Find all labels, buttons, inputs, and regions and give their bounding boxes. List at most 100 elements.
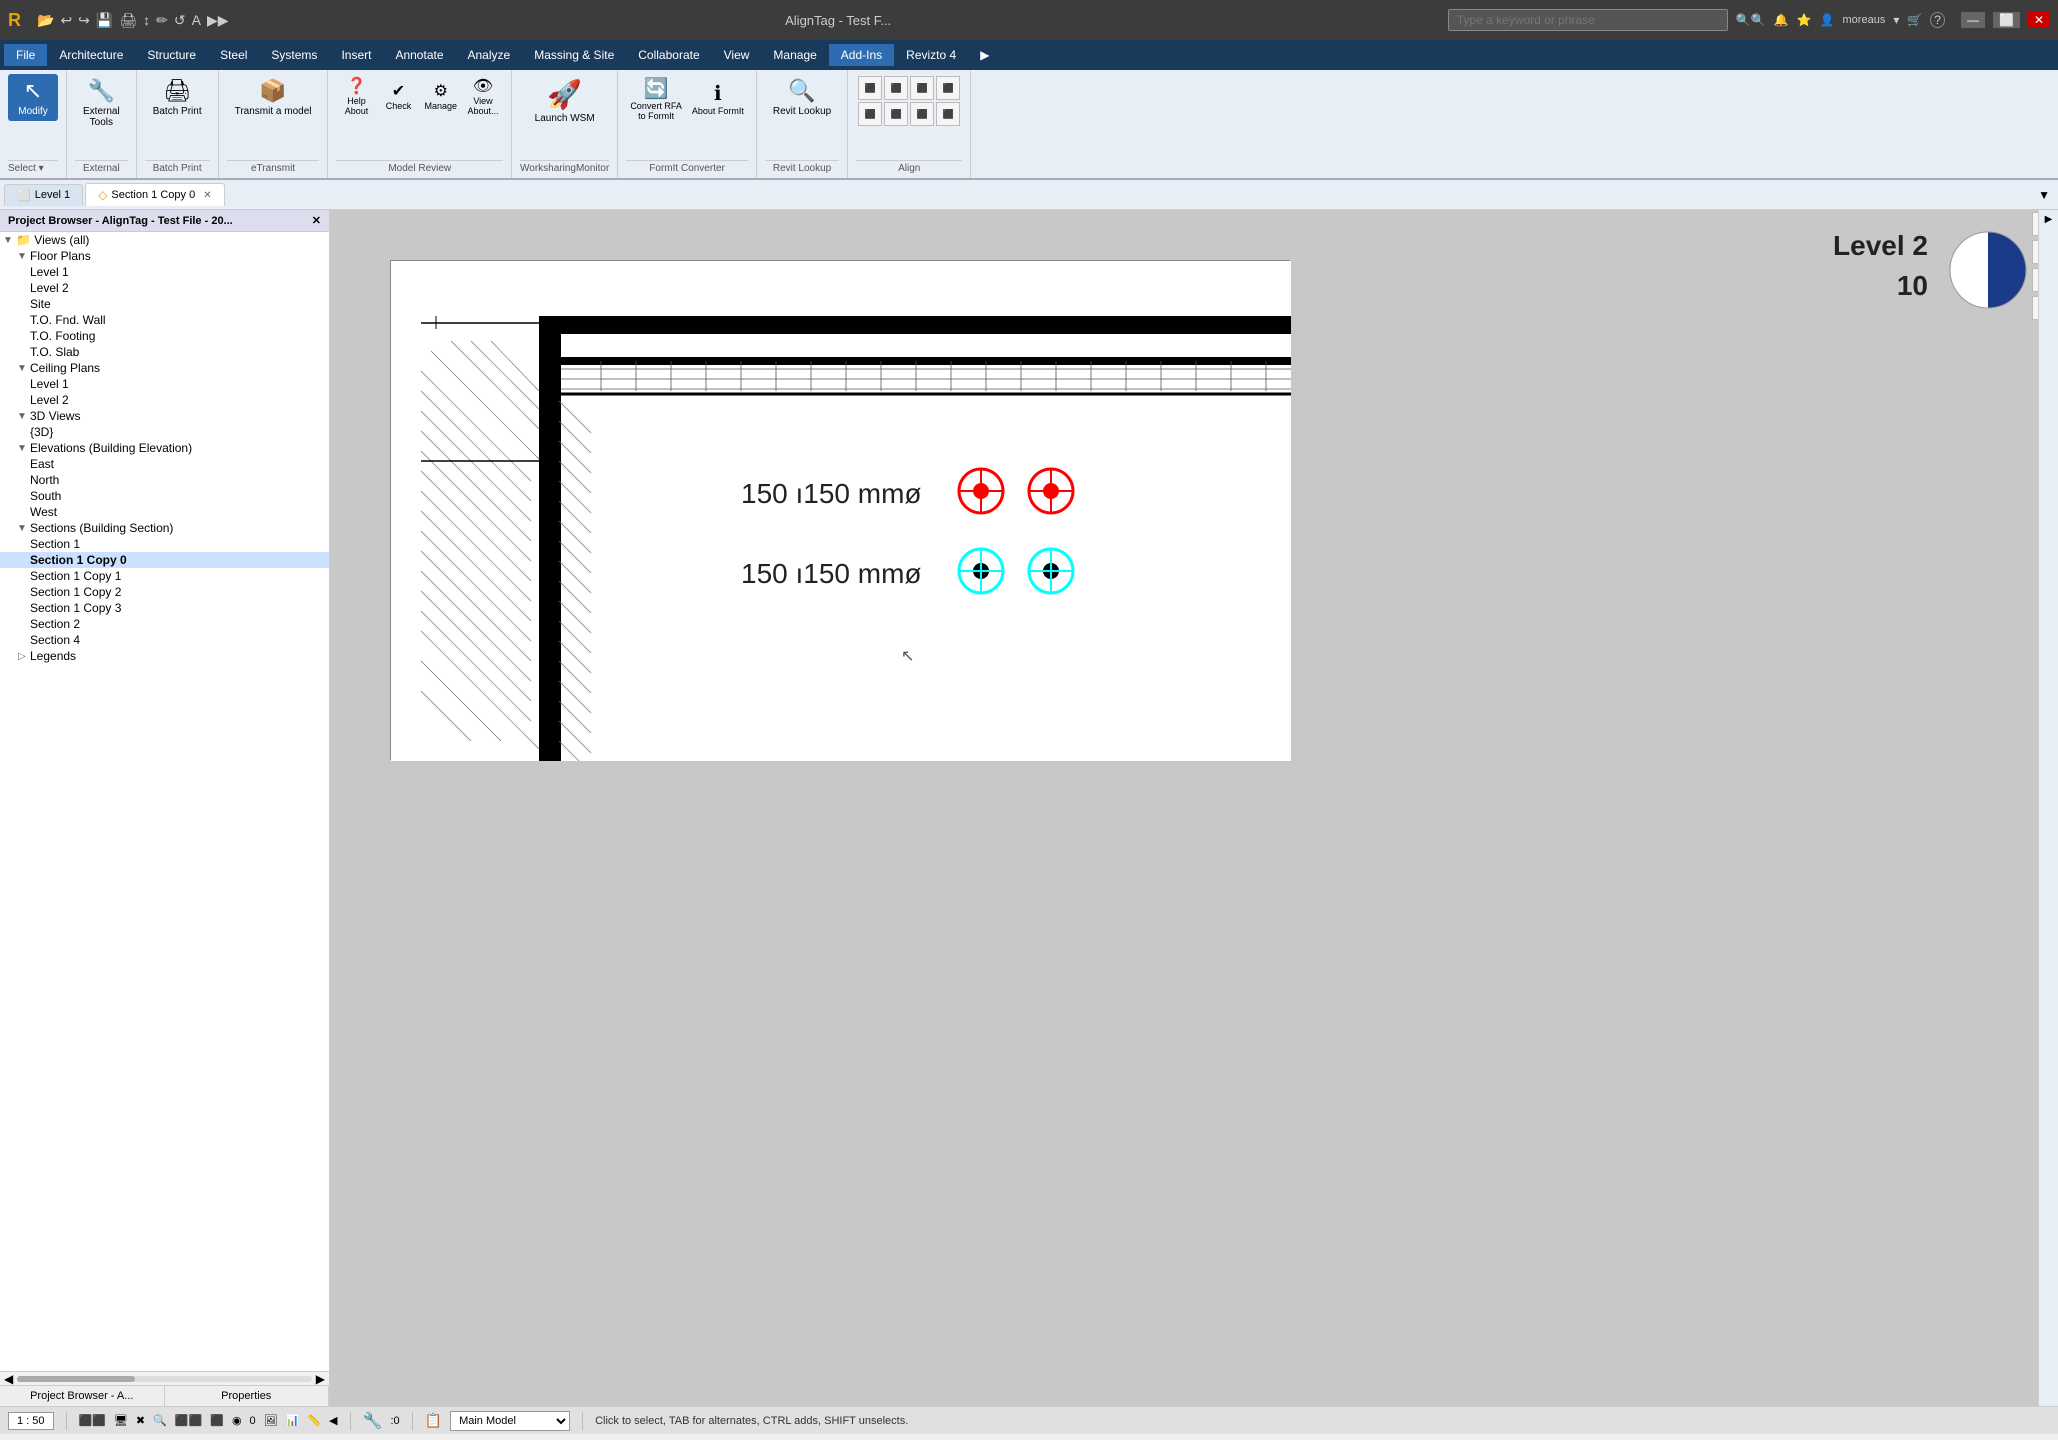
tab-close-button[interactable]: ✕ (203, 190, 211, 201)
tree-section1copy0[interactable]: Section 1 Copy 0 (0, 552, 329, 568)
status-icon-shadow[interactable]: ◉ (232, 1414, 242, 1427)
redo-icon[interactable]: ↪ (78, 12, 90, 29)
tree-section1[interactable]: Section 1 (0, 536, 329, 552)
undo-icon[interactable]: ↩ (60, 12, 72, 29)
revit-lookup-button[interactable]: 🔍 Revit Lookup (765, 74, 839, 121)
menu-file[interactable]: File (4, 44, 47, 66)
view-about-button[interactable]: 👁 ViewAbout... (463, 74, 503, 118)
menu-view[interactable]: View (712, 44, 762, 66)
scroll-left-icon[interactable]: ◀ (4, 1372, 13, 1386)
tree-level2-cp[interactable]: Level 2 (0, 392, 329, 408)
external-tools-button[interactable]: 🔧 ExternalTools (75, 74, 128, 132)
tree-section4[interactable]: Section 4 (0, 632, 329, 648)
status-icon-grid[interactable]: ⬛⬛ (79, 1414, 106, 1427)
tree-south[interactable]: South (0, 488, 329, 504)
menu-annotate[interactable]: Annotate (383, 44, 455, 66)
menu-structure[interactable]: Structure (135, 44, 208, 66)
pb-horizontal-scroll[interactable]: ◀ ▶ (0, 1371, 329, 1385)
batch-print-button[interactable]: 🖨 Batch Print (145, 74, 210, 121)
align-btn-2[interactable]: ⬛ (884, 76, 908, 100)
align-btn-5[interactable]: ⬛ (858, 102, 882, 126)
align-btn-4[interactable]: ⬛ (936, 76, 960, 100)
menu-revizto[interactable]: Revizto 4 (894, 44, 968, 66)
print-icon[interactable]: 🖨 (119, 12, 137, 29)
about-formit-button[interactable]: ℹ About FormIt (688, 74, 748, 123)
modify-button[interactable]: ↖ Modify (8, 74, 58, 121)
forward-icon[interactable]: ▶▶ (207, 12, 229, 29)
search-input[interactable] (1448, 9, 1728, 31)
tree-tofooting[interactable]: T.O. Footing (0, 328, 329, 344)
rotate-icon[interactable]: ↺ (174, 12, 186, 29)
tree-3d-views[interactable]: ▼ 3D Views (0, 408, 329, 424)
check-button[interactable]: ✔ Check (378, 74, 418, 118)
manage-review-button[interactable]: ⚙ Manage (420, 74, 461, 118)
align-btn-6[interactable]: ⬛ (884, 102, 908, 126)
menu-manage[interactable]: Manage (761, 44, 828, 66)
help-about-button[interactable]: ❓ HelpAbout (336, 74, 376, 118)
pencil-icon[interactable]: ✏ (156, 12, 168, 29)
pb-tab-browser[interactable]: Project Browser - A... (0, 1386, 165, 1406)
launch-wsm-button[interactable]: 🚀 Launch WSM (527, 74, 603, 128)
tree-section2[interactable]: Section 2 (0, 616, 329, 632)
status-workset-icon[interactable]: 🔧 (363, 1411, 383, 1431)
tree-views-all[interactable]: ▼ 📁 Views (all) (0, 232, 329, 248)
convert-rfa-button[interactable]: 🔄 Convert RFAto FormIt (626, 74, 686, 123)
menu-steel[interactable]: Steel (208, 44, 259, 66)
tree-floor-plans[interactable]: ▼ Floor Plans (0, 248, 329, 264)
tree-north[interactable]: North (0, 472, 329, 488)
transmit-button[interactable]: 📦 Transmit a model (227, 74, 320, 121)
notification-icon[interactable]: 🔔 (1774, 13, 1789, 27)
menu-more[interactable]: ▶ (968, 44, 1001, 66)
align-btn-7[interactable]: ⬛ (910, 102, 934, 126)
tree-section1copy3[interactable]: Section 1 Copy 3 (0, 600, 329, 616)
tree-site-fp[interactable]: Site (0, 296, 329, 312)
menu-systems[interactable]: Systems (259, 44, 329, 66)
text-icon[interactable]: A (192, 12, 201, 28)
save-icon[interactable]: 💾 (96, 12, 113, 29)
tab-collapse-icon[interactable]: ▼ (2034, 184, 2054, 206)
menu-architecture[interactable]: Architecture (47, 44, 135, 66)
tree-east[interactable]: East (0, 456, 329, 472)
menu-analyze[interactable]: Analyze (456, 44, 523, 66)
tree-level1-fp[interactable]: Level 1 (0, 264, 329, 280)
status-icon-view1[interactable]: ⬛⬛ (175, 1414, 202, 1427)
tree-section1copy1[interactable]: Section 1 Copy 1 (0, 568, 329, 584)
status-icon-screen[interactable]: 🖥 (114, 1414, 128, 1427)
menu-insert[interactable]: Insert (329, 44, 383, 66)
tree-legends[interactable]: ▷ Legends (0, 648, 329, 664)
close-button[interactable]: ✕ (2028, 12, 2050, 28)
status-model-icon[interactable]: 📋 (425, 1412, 442, 1429)
status-icon-crosshair[interactable]: ✖ (136, 1414, 145, 1427)
status-icon-analysis[interactable]: 📊 (286, 1414, 300, 1427)
tab-level1[interactable]: ⬜ Level 1 (4, 184, 83, 206)
tree-sections[interactable]: ▼ Sections (Building Section) (0, 520, 329, 536)
status-icon-view2[interactable]: ⬛ (210, 1414, 224, 1427)
user-dropdown-icon[interactable]: ▾ (1893, 13, 1899, 27)
pb-close-icon[interactable]: ✕ (312, 214, 321, 227)
model-selector[interactable]: Main Model (450, 1411, 570, 1431)
status-icon-zoom[interactable]: 🔍 (153, 1414, 167, 1427)
tree-toslab[interactable]: T.O. Slab (0, 344, 329, 360)
status-icon-worksets[interactable]: 🖼 (264, 1414, 278, 1427)
search-results-icon[interactable]: 🔍🔍 (1736, 13, 1766, 27)
menu-massing[interactable]: Massing & Site (522, 44, 626, 66)
align-btn-1[interactable]: ⬛ (858, 76, 882, 100)
align-btn-8[interactable]: ⬛ (936, 102, 960, 126)
tree-ceiling-plans[interactable]: ▼ Ceiling Plans (0, 360, 329, 376)
cart-icon[interactable]: 🛒 (1907, 13, 1922, 27)
menu-collaborate[interactable]: Collaborate (626, 44, 711, 66)
tree-level2-fp[interactable]: Level 2 (0, 280, 329, 296)
help-icon[interactable]: ? (1930, 12, 1945, 28)
scale-display[interactable]: 1 : 50 (8, 1412, 54, 1430)
tab-section1copy0[interactable]: ◇ Section 1 Copy 0 ✕ (85, 183, 224, 206)
user-icon[interactable]: 👤 (1820, 13, 1835, 27)
minimize-button[interactable]: — (1961, 12, 1985, 28)
tree-section1copy2[interactable]: Section 1 Copy 2 (0, 584, 329, 600)
drawing-canvas[interactable]: 150 ı150 mmø 150 ı150 mmø ↖ (390, 260, 1290, 760)
menu-addins[interactable]: Add-Ins (829, 44, 894, 66)
open-icon[interactable]: 📂 (37, 12, 54, 29)
tree-elevations[interactable]: ▼ Elevations (Building Elevation) (0, 440, 329, 456)
measure-icon[interactable]: ↕ (143, 12, 150, 28)
status-icon-crop[interactable]: 0 (250, 1415, 256, 1427)
tree-tofndwall[interactable]: T.O. Fnd. Wall (0, 312, 329, 328)
